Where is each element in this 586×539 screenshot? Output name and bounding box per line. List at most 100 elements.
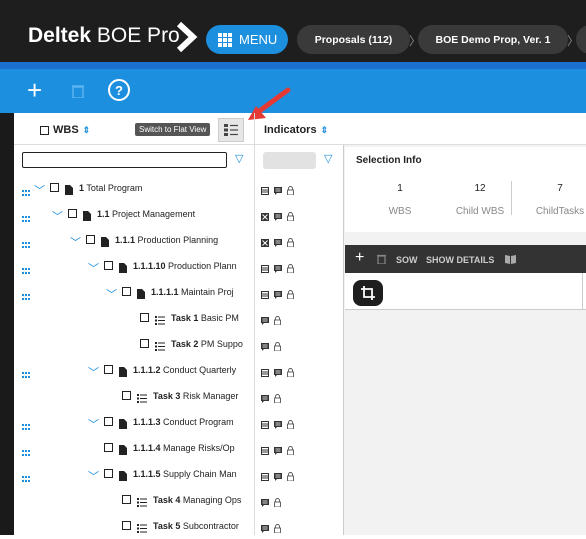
filter-icon[interactable]: ▽ [324, 152, 332, 165]
excluded-indicator-icon[interactable] [261, 234, 269, 252]
tree-wbs-row[interactable]: ﹀ 1.1.1.5 Supply Chain Man [14, 461, 343, 487]
help-icon[interactable]: ? [108, 79, 130, 101]
chevron-down-icon[interactable]: ﹀ [88, 260, 99, 276]
lock-icon[interactable] [274, 520, 281, 538]
row-checkbox[interactable] [68, 209, 77, 218]
lock-icon[interactable] [287, 260, 294, 278]
note-indicator-icon[interactable] [261, 520, 269, 538]
tree-task-row[interactable]: Task 2 PM Suppo [14, 331, 343, 357]
note-indicator-icon[interactable] [274, 234, 282, 252]
tree-wbs-row[interactable]: ﹀ 1.1.1.10 Production Plann [14, 253, 343, 279]
wbs-filter-input[interactable] [22, 152, 227, 168]
row-checkbox[interactable] [122, 495, 131, 504]
note-indicator-icon[interactable] [274, 182, 282, 200]
trash-icon[interactable] [72, 84, 84, 98]
tree-wbs-row[interactable]: ﹀ 1.1.1.2 Conduct Quarterly [14, 357, 343, 383]
drag-handle-icon[interactable] [22, 417, 30, 435]
hours-indicator-icon[interactable] [261, 364, 269, 382]
show-details-button[interactable]: SHOW DETAILS [426, 255, 494, 265]
drag-handle-icon[interactable] [22, 469, 30, 487]
hours-indicator-icon[interactable] [261, 468, 269, 486]
drag-handle-icon[interactable] [22, 183, 30, 201]
sort-icon[interactable]: ⇕ [83, 125, 91, 136]
lock-icon[interactable] [274, 312, 281, 330]
lock-icon[interactable] [274, 390, 281, 408]
book-icon[interactable] [504, 254, 517, 264]
lock-icon[interactable] [287, 416, 294, 434]
note-indicator-icon[interactable] [274, 416, 282, 434]
wbs-column-header[interactable]: WBS ⇕ [40, 124, 90, 136]
sort-icon[interactable]: ⇕ [321, 125, 329, 136]
filter-icon[interactable]: ▽ [235, 152, 243, 165]
hours-indicator-icon[interactable] [261, 286, 269, 304]
tree-task-row[interactable]: Task 1 Basic PM [14, 305, 343, 331]
chevron-down-icon[interactable]: ﹀ [52, 208, 63, 224]
tree-wbs-row[interactable]: ﹀ 1.1.1.3 Conduct Program [14, 409, 343, 435]
note-indicator-icon[interactable] [261, 494, 269, 512]
lock-icon[interactable] [287, 286, 294, 304]
drag-handle-icon[interactable] [22, 235, 30, 253]
row-checkbox[interactable] [104, 261, 113, 270]
row-checkbox[interactable] [122, 287, 131, 296]
tree-wbs-row[interactable]: ﹀ 1 Total Program [14, 175, 343, 201]
hours-indicator-icon[interactable] [261, 182, 269, 200]
lock-icon[interactable] [274, 494, 281, 512]
app-logo[interactable]: Deltek BOE Pro [28, 24, 180, 48]
tree-wbs-row[interactable]: ﹀ 1.1.1.1 Maintain Proj [14, 279, 343, 305]
note-indicator-icon[interactable] [261, 338, 269, 356]
indicators-filter-input[interactable] [263, 152, 316, 169]
chevron-down-icon[interactable]: ﹀ [34, 182, 45, 198]
lock-icon[interactable] [287, 468, 294, 486]
lock-icon[interactable] [274, 338, 281, 356]
lock-icon[interactable] [287, 234, 294, 252]
drag-handle-icon[interactable] [22, 443, 30, 461]
note-indicator-icon[interactable] [261, 390, 269, 408]
row-checkbox[interactable] [104, 365, 113, 374]
lock-icon[interactable] [287, 442, 294, 460]
lock-icon[interactable] [287, 364, 294, 382]
hours-indicator-icon[interactable] [261, 442, 269, 460]
note-indicator-icon[interactable] [274, 260, 282, 278]
row-checkbox[interactable] [86, 235, 95, 244]
lock-icon[interactable] [287, 182, 294, 200]
menu-button[interactable]: MENU [206, 25, 288, 54]
chevron-down-icon[interactable]: ﹀ [88, 416, 99, 432]
row-checkbox[interactable] [50, 183, 59, 192]
row-checkbox[interactable] [122, 521, 131, 530]
breadcrumb-proposal-version[interactable]: BOE Demo Prop, Ver. 1 [418, 25, 568, 54]
row-checkbox[interactable] [140, 339, 149, 348]
note-indicator-icon[interactable] [274, 468, 282, 486]
tree-wbs-row[interactable]: ﹀ 1.1 Project Management [14, 201, 343, 227]
sow-button[interactable]: SOW [396, 255, 418, 265]
note-indicator-icon[interactable] [274, 442, 282, 460]
note-indicator-icon[interactable] [274, 286, 282, 304]
drag-handle-icon[interactable] [22, 365, 30, 383]
add-icon[interactable]: + [27, 77, 42, 103]
drag-handle-icon[interactable] [22, 287, 30, 305]
crop-button[interactable] [353, 280, 383, 306]
hours-indicator-icon[interactable] [261, 416, 269, 434]
row-checkbox[interactable] [140, 313, 149, 322]
add-icon[interactable]: + [355, 250, 364, 266]
lock-icon[interactable] [287, 208, 294, 226]
row-checkbox[interactable] [104, 417, 113, 426]
drag-handle-icon[interactable] [22, 261, 30, 279]
note-indicator-icon[interactable] [274, 208, 282, 226]
drag-handle-icon[interactable] [22, 209, 30, 227]
tree-task-row[interactable]: Task 4 Managing Ops [14, 487, 343, 513]
tree-task-row[interactable]: Task 5 Subcontractor [14, 513, 343, 539]
row-checkbox[interactable] [104, 443, 113, 452]
note-indicator-icon[interactable] [274, 364, 282, 382]
tree-wbs-row[interactable]: ﹀ 1.1.1 Production Planning [14, 227, 343, 253]
tree-wbs-row[interactable]: 1.1.1.4 Manage Risks/Op [14, 435, 343, 461]
tree-task-row[interactable]: Task 3 Risk Manager [14, 383, 343, 409]
chevron-down-icon[interactable]: ﹀ [88, 468, 99, 484]
hours-indicator-icon[interactable] [261, 260, 269, 278]
chevron-down-icon[interactable]: ﹀ [88, 364, 99, 380]
row-checkbox[interactable] [104, 469, 113, 478]
indicators-column-header[interactable]: Indicators ⇕ [264, 124, 328, 136]
note-indicator-icon[interactable] [261, 312, 269, 330]
breadcrumb-proposals[interactable]: Proposals (112) [297, 25, 410, 54]
row-checkbox[interactable] [122, 391, 131, 400]
excluded-indicator-icon[interactable] [261, 208, 269, 226]
